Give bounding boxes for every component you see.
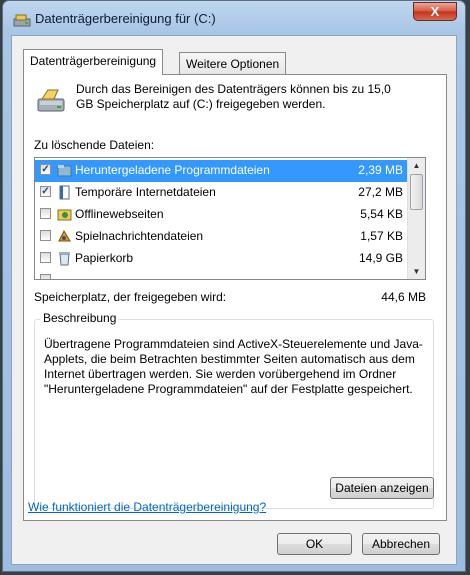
item-size: 5,54 KB: [360, 207, 403, 221]
dialog-window: Datenträgerbereinigung für (C:) X Datent…: [2, 0, 466, 572]
list-item[interactable]: Offlinewebseiten 5,54 KB: [35, 204, 409, 226]
ok-button[interactable]: OK: [277, 533, 352, 555]
disk-cleanup-icon: [13, 14, 31, 27]
window-title: Datenträgerbereinigung für (C:): [35, 11, 216, 26]
disk-cleanup-icon: [37, 89, 65, 112]
tab-disk-cleanup[interactable]: Datenträgerbereinigung: [23, 49, 164, 75]
item-size: 1,57 KB: [360, 229, 403, 243]
scrollbar-thumb[interactable]: [410, 174, 423, 210]
scroll-up-icon[interactable]: ▲: [410, 159, 423, 172]
item-name: Papierkorb: [75, 251, 134, 265]
list-item[interactable]: [35, 270, 409, 279]
description-text: Übertragene Programmdateien sind ActiveX…: [44, 337, 423, 396]
dialog-client-area: Datenträgerbereinigung Weitere Optionen …: [11, 35, 457, 565]
item-name: Spielnachrichtendateien: [75, 229, 204, 243]
item-checkbox[interactable]: ✓: [40, 164, 51, 175]
item-name: Temporäre Internetdateien: [75, 185, 216, 199]
item-checkbox[interactable]: ✓: [40, 186, 51, 197]
item-size: 27,2 MB: [358, 185, 403, 199]
files-to-delete-label: Zu löschende Dateien:: [34, 138, 155, 152]
close-button[interactable]: X: [413, 2, 457, 21]
list-item[interactable]: ✓ Heruntergeladene Programmdateien 2,39 …: [35, 160, 409, 182]
item-checkbox[interactable]: [40, 252, 51, 263]
cancel-button[interactable]: Abbrechen: [362, 533, 440, 555]
item-size: 2,39 MB: [358, 163, 403, 177]
item-name: Offlinewebseiten: [75, 207, 164, 221]
title-bar[interactable]: Datenträgerbereinigung für (C:) X: [3, 1, 465, 35]
description-title: Beschreibung: [40, 311, 120, 325]
help-link[interactable]: Wie funktioniert die Datenträgerbereinig…: [28, 500, 266, 514]
item-checkbox[interactable]: [40, 208, 51, 219]
intro-text: Durch das Bereinigen des Datenträgers kö…: [76, 82, 391, 111]
view-files-button[interactable]: Dateien anzeigen: [330, 477, 434, 499]
item-name: Heruntergeladene Programmdateien: [75, 163, 270, 177]
document-icon: [59, 185, 70, 200]
folder-icon: [57, 165, 72, 177]
scroll-down-icon[interactable]: ▼: [410, 265, 423, 278]
tab-panel: Durch das Bereinigen des Datenträgers kö…: [23, 74, 447, 521]
space-freed-label: Speicherplatz, der freigegeben wird:: [34, 290, 227, 304]
item-size: 14,9 GB: [358, 251, 403, 265]
offline-folder-icon: [57, 209, 72, 221]
list-item[interactable]: Spielnachrichtendateien 1,57 KB: [35, 226, 409, 248]
game-icon: [58, 229, 71, 242]
tab-more-options[interactable]: Weitere Optionen: [179, 52, 287, 74]
list-item[interactable]: ✓ Temporäre Internetdateien 27,2 MB: [35, 182, 409, 204]
item-checkbox[interactable]: [40, 274, 51, 279]
vertical-scrollbar[interactable]: ▲ ▼: [407, 158, 425, 279]
list-item[interactable]: Papierkorb 14,9 GB: [35, 248, 409, 270]
recycle-bin-icon: [59, 252, 70, 266]
files-listbox[interactable]: ✓ Heruntergeladene Programmdateien 2,39 …: [34, 157, 426, 280]
space-freed-value: 44,6 MB: [381, 290, 426, 304]
item-checkbox[interactable]: [40, 230, 51, 241]
